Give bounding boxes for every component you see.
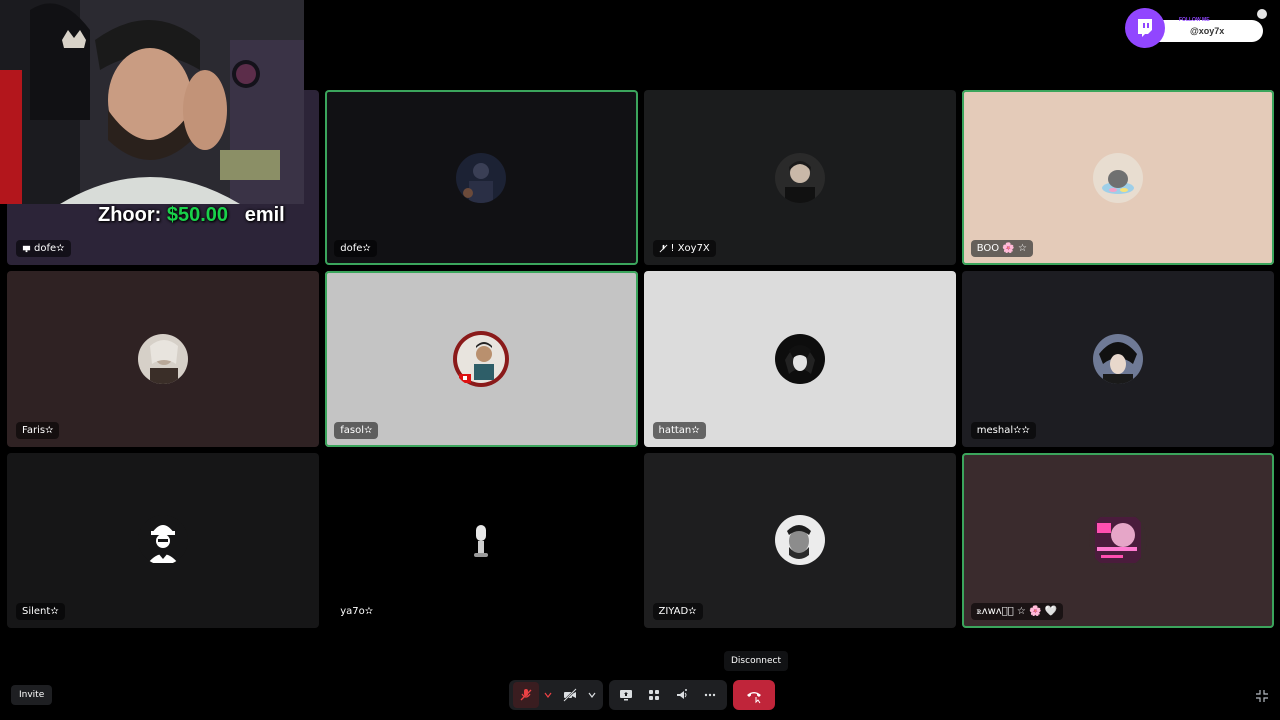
avatar xyxy=(774,152,825,203)
twitch-icon xyxy=(1125,8,1165,48)
activity-control-group xyxy=(609,680,727,710)
participant-tile[interactable]: ! Xoy7X xyxy=(643,90,956,266)
avatar xyxy=(456,515,507,566)
follow-label: FOLLOW ME xyxy=(1179,17,1210,23)
participant-nametag: hattan✫ xyxy=(652,421,706,439)
participant-tile[interactable]: ya7o✫ xyxy=(325,452,638,628)
participant-tile[interactable]: Silent✫ xyxy=(7,452,320,628)
avatar xyxy=(774,515,825,566)
invite-button[interactable]: Invite xyxy=(11,685,53,705)
avatar xyxy=(452,330,510,388)
camera-off-icon xyxy=(563,688,577,702)
activities-button[interactable] xyxy=(641,682,667,708)
participant-name: fasol✫ xyxy=(340,424,373,436)
participant-nametag: ꭱᴧᴡᴧᏴ᳐ ☆ 🌸 🤍 xyxy=(970,602,1064,620)
participant-name: ! Xoy7X xyxy=(670,243,710,255)
avatar xyxy=(138,333,189,384)
follow-handle: @xoy7x xyxy=(1190,26,1225,36)
donation-message: emil xyxy=(244,204,285,226)
follow-badge: FOLLOW ME @xoy7x xyxy=(1125,8,1270,48)
participant-tile[interactable]: fasol✫ xyxy=(325,271,638,447)
soundboard-icon xyxy=(677,689,687,699)
phone-hangup-icon xyxy=(747,692,761,704)
donation-amount: $50.00 xyxy=(166,204,229,226)
webcam-feed xyxy=(0,0,304,204)
participant-name: dofe✫ xyxy=(34,243,65,255)
participant-name: Faris✫ xyxy=(22,424,54,436)
camera-options-chevron[interactable] xyxy=(585,682,599,708)
participant-nametag: meshal✫✫ xyxy=(970,421,1036,439)
participant-nametag: Faris✫ xyxy=(16,421,60,439)
avatar xyxy=(774,333,825,384)
participant-nametag: BOO 🌸 ☆ xyxy=(970,240,1033,258)
participant-tile[interactable]: ZIYAD✫ xyxy=(643,452,956,628)
fullscreen-button[interactable] xyxy=(1255,688,1269,702)
disconnect-button[interactable] xyxy=(733,680,775,710)
streamer-webcam xyxy=(0,0,304,204)
participant-nametag: fasol✫ xyxy=(334,421,379,439)
mic-control-group xyxy=(509,680,603,710)
participant-nametag: dofe✫ xyxy=(16,240,71,258)
chevron-down-icon xyxy=(544,692,552,698)
participant-tile[interactable]: dofe✫ xyxy=(325,90,638,266)
avatar xyxy=(456,152,507,203)
donor-name: Zhoor: xyxy=(98,204,162,226)
participant-name: BOO 🌸 ☆ xyxy=(976,243,1027,255)
screen-share-icon xyxy=(620,690,632,701)
more-icon xyxy=(704,693,716,697)
status-dot-icon xyxy=(1257,9,1267,19)
participant-tile[interactable]: hattan✫ xyxy=(643,271,956,447)
participant-nametag: ZIYAD✫ xyxy=(652,602,703,620)
avatar xyxy=(1092,152,1143,203)
mic-options-chevron[interactable] xyxy=(541,682,555,708)
mic-toggle-button[interactable] xyxy=(513,682,539,708)
participant-name: hattan✫ xyxy=(658,424,700,436)
participant-nametag: dofe✫ xyxy=(334,240,377,258)
avatar xyxy=(1088,511,1147,570)
participant-name: ꭱᴧᴡᴧᏴ᳐ ☆ 🌸 🤍 xyxy=(976,605,1058,617)
soundboard-button[interactable] xyxy=(669,682,695,708)
screen-share-icon xyxy=(22,246,31,253)
participant-name: Silent✫ xyxy=(22,605,59,617)
camera-toggle-button[interactable] xyxy=(557,682,583,708)
avatar xyxy=(1092,333,1143,384)
call-controls xyxy=(509,680,775,710)
screen-share-button[interactable] xyxy=(613,682,639,708)
participant-name: dofe✫ xyxy=(340,243,371,255)
mic-muted-icon xyxy=(520,689,532,701)
avatar xyxy=(138,515,189,566)
participant-tile[interactable]: Faris✫ xyxy=(7,271,320,447)
more-button[interactable] xyxy=(697,682,723,708)
participant-nametag: ya7o✫ xyxy=(334,602,380,620)
participant-name: ya7o✫ xyxy=(340,605,374,617)
participant-tile[interactable]: meshal✫✫ xyxy=(961,271,1274,447)
participant-nametag: ! Xoy7X xyxy=(652,240,716,258)
donation-alert: Zhoor: $50.00 emil xyxy=(98,204,285,227)
activities-icon xyxy=(649,690,659,700)
voice-call-view: dofe✫ dofe✫ ! Xoy7X BOO 🌸 ☆ Faris✫ fasol… xyxy=(0,0,1280,720)
chevron-down-icon xyxy=(588,692,596,698)
participant-nametag: Silent✫ xyxy=(16,602,65,620)
participant-name: ZIYAD✫ xyxy=(658,605,697,617)
mic-muted-icon xyxy=(659,244,667,253)
participant-tile[interactable]: ꭱᴧᴡᴧᏴ᳐ ☆ 🌸 🤍 xyxy=(961,452,1274,628)
fullscreen-icon xyxy=(1256,690,1268,702)
disconnect-tooltip: Disconnect xyxy=(724,651,788,671)
participant-tile[interactable]: BOO 🌸 ☆ xyxy=(961,90,1274,266)
participant-name: meshal✫✫ xyxy=(976,424,1030,436)
